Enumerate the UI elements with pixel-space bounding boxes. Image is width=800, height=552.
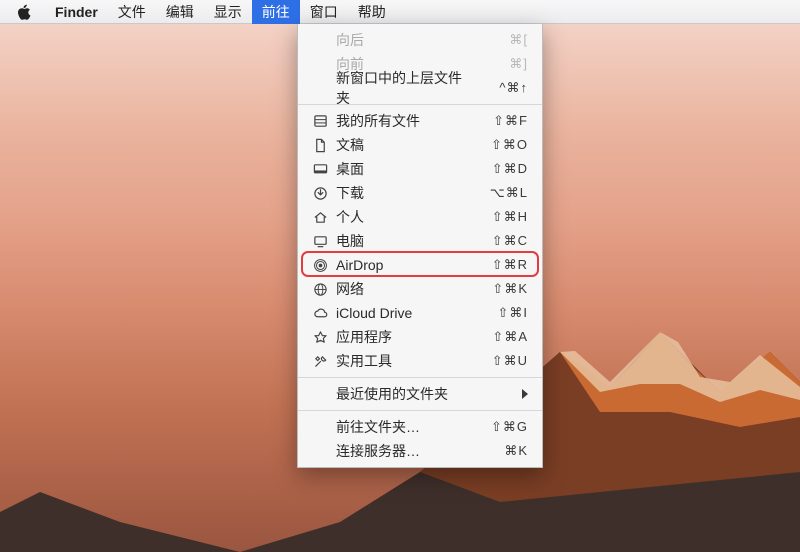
menu-item-label: 前往文件夹… bbox=[336, 417, 468, 437]
menu-item-shortcut: ⇧⌘A bbox=[476, 329, 528, 345]
go-menu-dropdown: 向后 ⌘[ 向前 ⌘] 新窗口中的上层文件夹 ^⌘↑ 我的所有文件 ⇧⌘F 文稿 bbox=[297, 24, 543, 468]
menu-item-downloads[interactable]: 下载 ⌥⌘L bbox=[298, 181, 542, 205]
menu-item-label: iCloud Drive bbox=[336, 305, 468, 321]
menu-separator bbox=[298, 410, 542, 411]
all-files-icon bbox=[312, 113, 328, 129]
cloud-icon bbox=[312, 305, 328, 321]
menu-item-label: 文稿 bbox=[336, 135, 468, 155]
menu-item-utilities[interactable]: 实用工具 ⇧⌘U bbox=[298, 349, 542, 373]
submenu-arrow-icon bbox=[522, 389, 528, 399]
utilities-icon bbox=[312, 353, 328, 369]
menu-item-shortcut: ⇧⌘H bbox=[476, 209, 528, 225]
menu-item-label: 应用程序 bbox=[336, 327, 468, 347]
menu-separator bbox=[298, 377, 542, 378]
menubar-item-window[interactable]: 窗口 bbox=[300, 0, 348, 24]
menubar-item-edit[interactable]: 编辑 bbox=[156, 0, 204, 24]
menu-item-airdrop[interactable]: AirDrop ⇧⌘R bbox=[298, 253, 542, 277]
menu-item-recent-folders[interactable]: 最近使用的文件夹 bbox=[298, 382, 542, 406]
computer-icon bbox=[312, 233, 328, 249]
menu-item-all-my-files[interactable]: 我的所有文件 ⇧⌘F bbox=[298, 109, 542, 133]
desktop-icon bbox=[312, 161, 328, 177]
menu-item-label: 电脑 bbox=[336, 231, 468, 251]
documents-icon bbox=[312, 137, 328, 153]
menu-item-label: AirDrop bbox=[336, 257, 468, 273]
menu-item-label: 个人 bbox=[336, 207, 468, 227]
menu-item-shortcut: ⇧⌘I bbox=[476, 305, 528, 321]
apple-menu-icon[interactable] bbox=[16, 4, 31, 19]
applications-icon bbox=[312, 329, 328, 345]
menu-item-label: 最近使用的文件夹 bbox=[336, 384, 528, 404]
menubar-item-help[interactable]: 帮助 bbox=[348, 0, 396, 24]
downloads-icon bbox=[312, 185, 328, 201]
menu-item-connect-to-server[interactable]: 连接服务器… ⌘K bbox=[298, 439, 542, 463]
menubar-app-name[interactable]: Finder bbox=[45, 0, 108, 24]
menu-item-shortcut: ⇧⌘F bbox=[476, 113, 528, 129]
menu-item-enclosing-folder[interactable]: 新窗口中的上层文件夹 ^⌘↑ bbox=[298, 76, 542, 100]
home-icon bbox=[312, 209, 328, 225]
menu-item-documents[interactable]: 文稿 ⇧⌘O bbox=[298, 133, 542, 157]
menu-item-label: 连接服务器… bbox=[336, 441, 468, 461]
menu-item-shortcut: ⌘] bbox=[476, 56, 528, 72]
menubar-item-file[interactable]: 文件 bbox=[108, 0, 156, 24]
airdrop-icon bbox=[312, 257, 328, 273]
menu-item-applications[interactable]: 应用程序 ⇧⌘A bbox=[298, 325, 542, 349]
menu-item-label: 下载 bbox=[336, 183, 468, 203]
menu-item-label: 新窗口中的上层文件夹 bbox=[336, 68, 468, 108]
menu-item-shortcut: ^⌘↑ bbox=[476, 80, 528, 96]
menu-item-shortcut: ⌥⌘L bbox=[476, 185, 528, 201]
menu-item-home[interactable]: 个人 ⇧⌘H bbox=[298, 205, 542, 229]
menu-item-label: 桌面 bbox=[336, 159, 468, 179]
desktop-wallpaper: Finder 文件 编辑 显示 前往 窗口 帮助 向后 ⌘[ 向前 ⌘] 新窗口… bbox=[0, 0, 800, 552]
menu-item-shortcut: ⌘K bbox=[476, 443, 528, 459]
menu-item-shortcut: ⇧⌘O bbox=[476, 137, 528, 153]
menu-item-shortcut: ⇧⌘K bbox=[476, 281, 528, 297]
menu-item-go-to-folder[interactable]: 前往文件夹… ⇧⌘G bbox=[298, 415, 542, 439]
menu-item-back: 向后 ⌘[ bbox=[298, 28, 542, 52]
menu-item-label: 我的所有文件 bbox=[336, 111, 468, 131]
menu-item-label: 实用工具 bbox=[336, 351, 468, 371]
menu-item-label: 网络 bbox=[336, 279, 468, 299]
menubar: Finder 文件 编辑 显示 前往 窗口 帮助 bbox=[0, 0, 800, 24]
menu-item-label: 向后 bbox=[336, 30, 468, 50]
menu-item-shortcut: ⇧⌘U bbox=[476, 353, 528, 369]
menu-item-network[interactable]: 网络 ⇧⌘K bbox=[298, 277, 542, 301]
menu-item-desktop[interactable]: 桌面 ⇧⌘D bbox=[298, 157, 542, 181]
menu-item-shortcut: ⌘[ bbox=[476, 32, 528, 48]
network-icon bbox=[312, 281, 328, 297]
menu-item-shortcut: ⇧⌘R bbox=[476, 257, 528, 273]
menu-item-shortcut: ⇧⌘G bbox=[476, 419, 528, 435]
menubar-item-view[interactable]: 显示 bbox=[204, 0, 252, 24]
menu-item-shortcut: ⇧⌘D bbox=[476, 161, 528, 177]
menu-item-icloud[interactable]: iCloud Drive ⇧⌘I bbox=[298, 301, 542, 325]
menu-item-computer[interactable]: 电脑 ⇧⌘C bbox=[298, 229, 542, 253]
menubar-item-go[interactable]: 前往 bbox=[252, 0, 300, 24]
menu-item-shortcut: ⇧⌘C bbox=[476, 233, 528, 249]
